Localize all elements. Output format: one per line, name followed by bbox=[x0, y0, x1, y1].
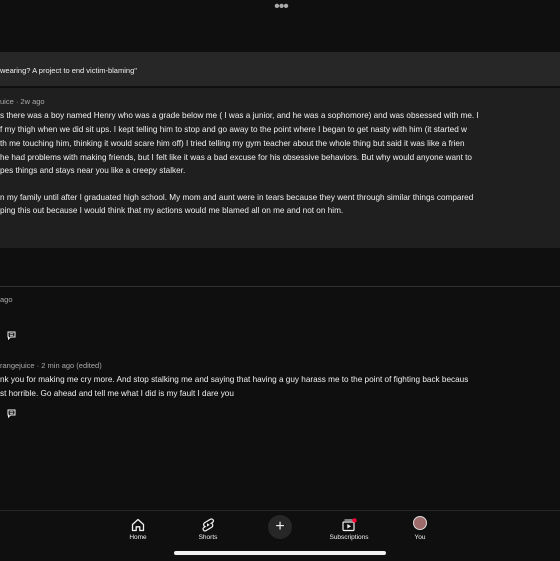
comment-line: n my family until after I graduated high… bbox=[0, 193, 474, 202]
nav-subscriptions-label: Subscriptions bbox=[329, 534, 369, 541]
comment-line: f my thigh when we did sit ups. I kept t… bbox=[0, 125, 467, 134]
nav-shorts-label: Shorts bbox=[198, 534, 218, 541]
comment-line: s there was a boy named Henry who was a … bbox=[0, 111, 479, 120]
comment-line: he had problems with making friends, but… bbox=[0, 153, 472, 162]
comment-line: ping this out because I would think that… bbox=[0, 206, 344, 215]
comment-author-meta[interactable]: uice · 2w ago bbox=[0, 97, 45, 106]
reply-icon[interactable] bbox=[7, 409, 16, 418]
reply-author-meta[interactable]: ago bbox=[0, 295, 13, 304]
subscriptions-icon bbox=[341, 517, 357, 533]
reply-line: nk you for making me cry more. And stop … bbox=[0, 375, 469, 384]
shorts-icon bbox=[200, 517, 216, 533]
post-title: wearing? A project to end victim-blaming… bbox=[0, 66, 137, 75]
reply-author-meta[interactable]: rangejuice · 2 min ago (edited) bbox=[0, 361, 102, 370]
home-icon bbox=[130, 517, 146, 533]
nav-home-label: Home bbox=[129, 534, 147, 541]
nav-you-label: You bbox=[414, 534, 426, 541]
create-button[interactable]: + bbox=[268, 515, 292, 539]
reply-icon[interactable] bbox=[7, 331, 16, 340]
comment-line: pes things and stays near you like a cre… bbox=[0, 166, 186, 175]
comment-line: th me touching him, thinking it would sc… bbox=[0, 139, 465, 148]
plus-icon: + bbox=[275, 518, 285, 535]
section-divider bbox=[0, 286, 560, 287]
more-options-icon[interactable]: ••• bbox=[270, 0, 292, 16]
reply-line: st horrible. Go ahead and tell me what I… bbox=[0, 389, 234, 398]
home-indicator[interactable] bbox=[174, 551, 386, 555]
avatar[interactable] bbox=[413, 516, 427, 530]
nav-home[interactable]: Home bbox=[108, 511, 168, 561]
